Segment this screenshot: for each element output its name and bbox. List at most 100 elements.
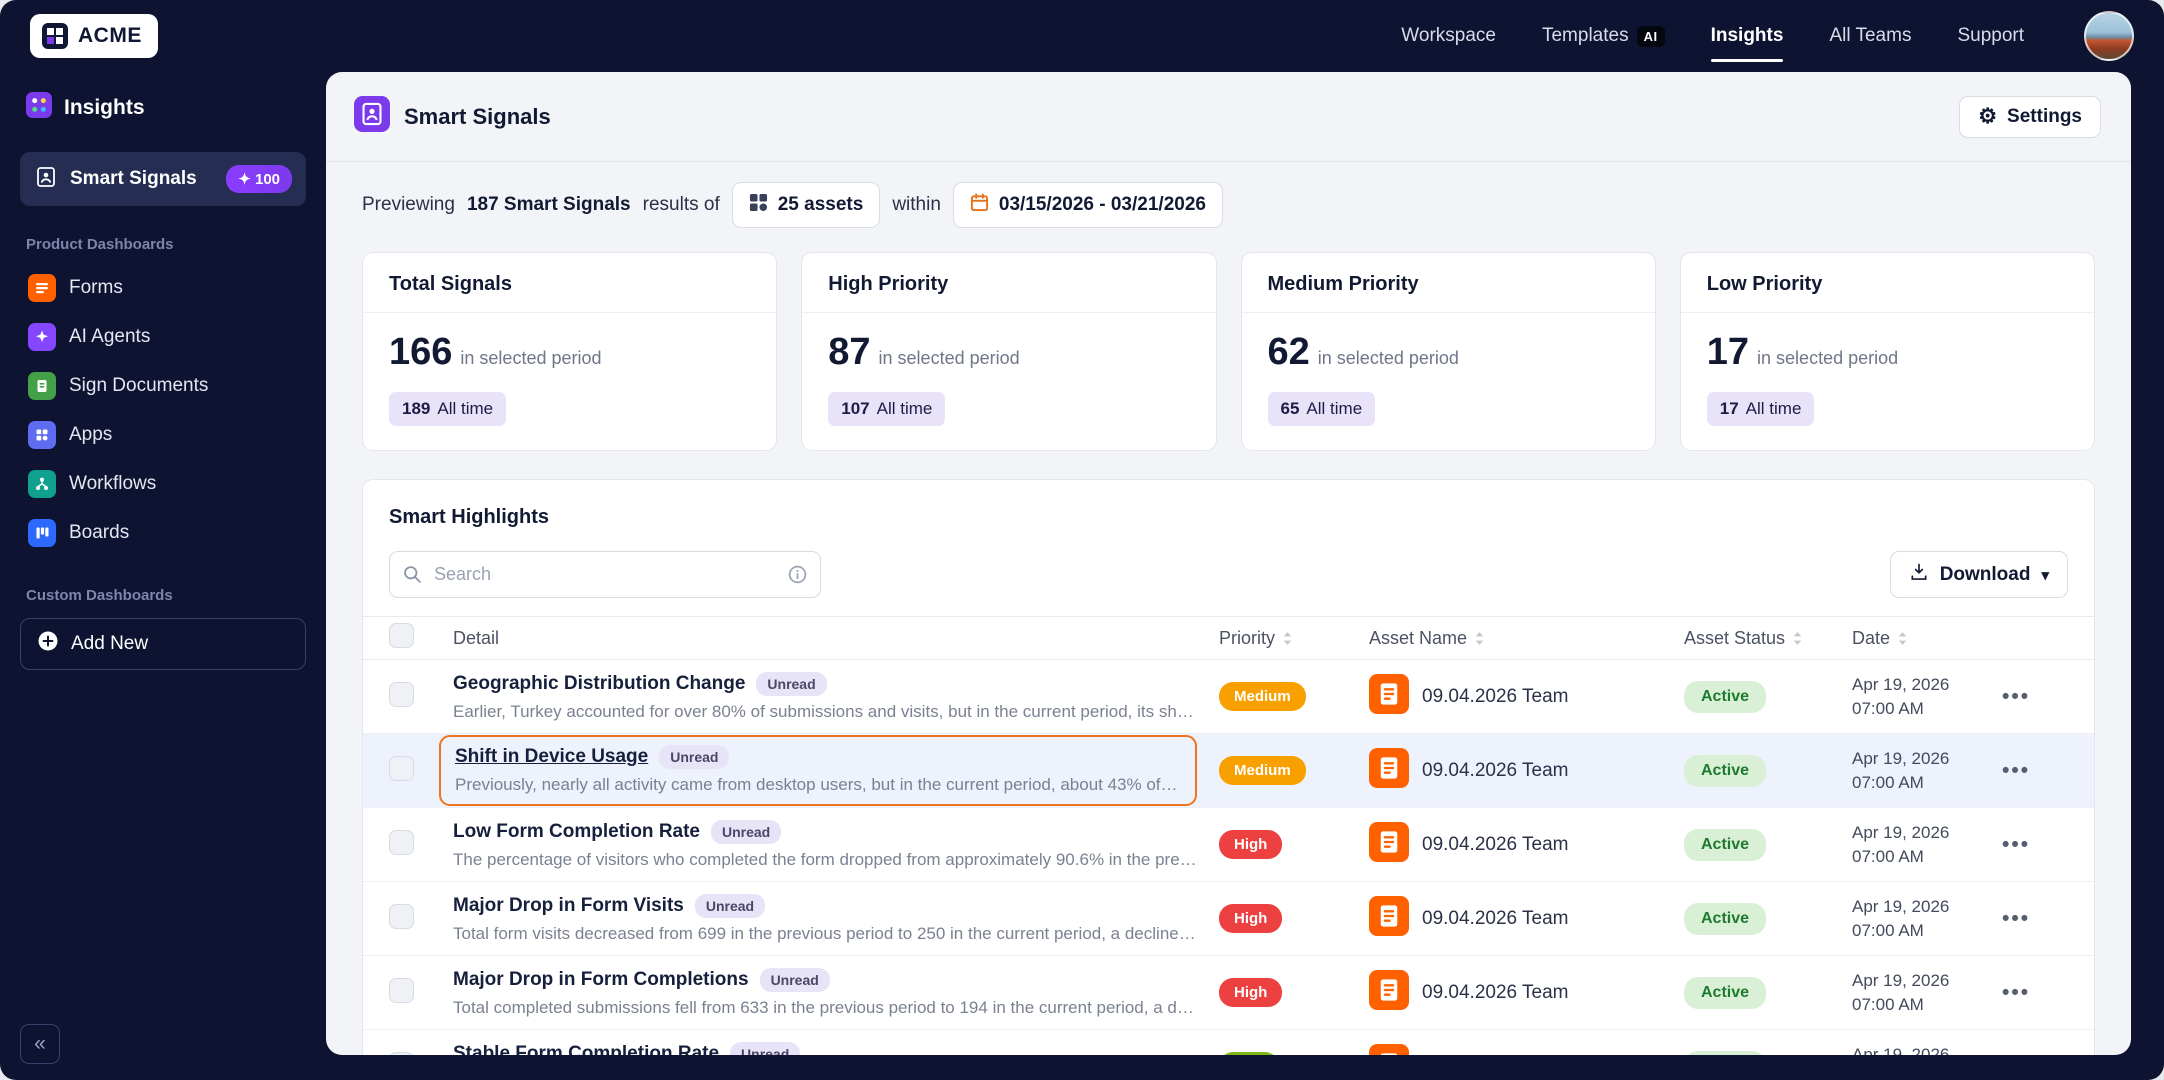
stat-cards-row: Total Signals 166 in selected period 189 A… xyxy=(326,252,2131,451)
column-date[interactable]: Date xyxy=(1852,628,2002,649)
alltime-badge: 189 All time xyxy=(389,392,507,426)
custom-dashboards-label: Custom Dashboards xyxy=(26,587,173,604)
forms-icon xyxy=(28,273,56,302)
app-window: ACME Workspace Templates AI Insights All … xyxy=(0,0,2164,1080)
table-row[interactable]: Geographic Distribution Change Unread Ear… xyxy=(363,660,2094,734)
row-actions-button[interactable]: ••• xyxy=(2002,833,2030,856)
sidebar-item-apps[interactable]: Apps xyxy=(20,410,306,459)
table-row[interactable]: Low Form Completion Rate Unread The perce… xyxy=(363,808,2094,882)
column-asset-status[interactable]: Asset Status xyxy=(1684,628,1852,649)
signal-title[interactable]: Stable Form Completion Rate xyxy=(453,1043,719,1056)
form-asset-icon xyxy=(1369,895,1409,942)
sidebar-item-workflows[interactable]: Workflows xyxy=(20,459,306,508)
row-checkbox[interactable] xyxy=(389,1051,414,1055)
nav-all-teams[interactable]: All Teams xyxy=(1829,0,1911,72)
info-icon[interactable] xyxy=(787,564,808,590)
signal-title[interactable]: Low Form Completion Rate xyxy=(453,821,700,843)
asset-name: 09.04.2026 Team xyxy=(1422,833,1569,855)
acme-logo-text: ACME xyxy=(78,24,142,47)
signal-date: Apr 19, 202607:00 AM xyxy=(1852,896,1950,940)
table-row[interactable]: Major Drop in Form Visits Unread Total fo… xyxy=(363,882,2094,956)
workflows-icon xyxy=(28,469,56,498)
acme-logo[interactable]: ACME xyxy=(30,14,158,58)
signal-title[interactable]: Geographic Distribution Change xyxy=(453,673,745,695)
sidebar-item-smart-signals[interactable]: Smart Signals ✦ 100 xyxy=(20,152,306,206)
gear-icon: ⚙ xyxy=(1978,105,1998,128)
settings-button[interactable]: ⚙ Settings xyxy=(1959,95,2101,138)
nav-insights[interactable]: Insights xyxy=(1710,0,1783,72)
insights-icon xyxy=(26,92,52,124)
table-row-selected[interactable]: Shift in Device Usage Unread Previously, … xyxy=(363,734,2094,808)
table-header: Detail Priority Asset Name Asset Status … xyxy=(363,616,2094,660)
row-checkbox[interactable] xyxy=(389,829,414,855)
apps-icon xyxy=(28,420,56,449)
alltime-badge: 17 All time xyxy=(1706,392,1815,426)
column-asset-name[interactable]: Asset Name xyxy=(1369,628,1684,649)
row-actions-button[interactable]: ••• xyxy=(2002,907,2030,930)
table-row[interactable]: Major Drop in Form Completions Unread Tot… xyxy=(363,956,2094,1030)
row-actions-button[interactable]: ••• xyxy=(2002,981,2030,1004)
signal-title[interactable]: Major Drop in Form Visits xyxy=(453,895,684,917)
row-actions-button[interactable]: ••• xyxy=(2002,1055,2030,1056)
table-row[interactable]: Stable Form Completion RateUnread The pe… xyxy=(363,1030,2094,1055)
stat-value: 62 xyxy=(1267,331,1310,373)
row-actions-button[interactable]: ••• xyxy=(2002,685,2030,708)
row-actions-button[interactable]: ••• xyxy=(2002,759,2030,782)
boards-icon xyxy=(28,518,56,547)
form-asset-icon xyxy=(1369,821,1409,868)
sort-icon xyxy=(1898,631,1907,645)
select-all-checkbox[interactable] xyxy=(389,623,414,648)
stat-card-medium-priority: Medium Priority 62 in selected period 65 A… xyxy=(1240,252,1656,451)
smart-highlights-panel: Smart Highlights Download ▾ xyxy=(362,479,2095,1055)
stat-card-high-priority: High Priority 87 in selected period 107 Al… xyxy=(801,252,1217,451)
sidebar-item-forms[interactable]: Forms xyxy=(20,263,306,312)
sidebar-item-boards[interactable]: Boards xyxy=(20,508,306,557)
row-checkbox[interactable] xyxy=(389,755,414,781)
sort-icon xyxy=(1793,631,1802,645)
add-new-button[interactable]: Add New xyxy=(20,618,306,670)
search-icon xyxy=(402,564,423,590)
signal-title[interactable]: Major Drop in Form Completions xyxy=(453,969,749,991)
search-input[interactable] xyxy=(389,551,821,598)
form-asset-icon xyxy=(1369,747,1409,794)
stat-value: 17 xyxy=(1706,331,1750,373)
nav-templates[interactable]: Templates AI xyxy=(1542,0,1665,72)
asset-name: 09.04.2026 Team xyxy=(1422,685,1569,707)
signal-subtitle: Total form visits decreased from 699 in … xyxy=(453,923,1199,943)
nav-workspace[interactable]: Workspace xyxy=(1401,0,1496,72)
signal-title-link[interactable]: Shift in Device Usage xyxy=(455,746,648,768)
column-detail: Detail xyxy=(453,627,500,648)
preview-count: 187 Smart Signals xyxy=(466,194,631,215)
download-icon xyxy=(1909,562,1929,588)
unread-badge: Unread xyxy=(730,1041,801,1055)
sort-icon xyxy=(1475,631,1484,645)
user-avatar[interactable] xyxy=(2084,11,2134,61)
nav-support[interactable]: Support xyxy=(1957,0,2024,72)
form-asset-icon xyxy=(1369,969,1409,1016)
calendar-icon xyxy=(970,192,989,218)
asset-name: 09.04.2026 Team xyxy=(1422,907,1569,929)
row-checkbox[interactable] xyxy=(389,681,414,707)
row-checkbox[interactable] xyxy=(389,903,414,929)
preview-within: within xyxy=(892,194,941,215)
preview-prefix: Previewing xyxy=(362,194,455,215)
sidebar-collapse-button[interactable]: « xyxy=(20,1024,60,1064)
row-checkbox[interactable] xyxy=(389,977,414,1003)
signal-date: Apr 19, 202607:00 AM xyxy=(1852,748,1950,792)
asset-name: 09.04.2026 Team xyxy=(1422,759,1569,781)
ai-badge: AI xyxy=(1636,25,1665,47)
status-badge: Active xyxy=(1684,680,1767,713)
download-button[interactable]: Download ▾ xyxy=(1889,551,2068,598)
date-range-button[interactable]: 03/15/2026 - 03/21/2026 xyxy=(952,182,1223,228)
signal-date: Apr 19, 202607:00 AM xyxy=(1852,970,1950,1014)
stat-value: 166 xyxy=(389,331,453,373)
column-priority[interactable]: Priority xyxy=(1219,628,1369,649)
assets-filter-button[interactable]: 25 assets xyxy=(731,182,881,228)
page-title: Smart Signals xyxy=(404,103,551,129)
priority-badge: Low xyxy=(1219,1052,1279,1055)
sidebar-item-sign-documents[interactable]: Sign Documents xyxy=(20,361,306,410)
unread-badge: Unread xyxy=(694,893,766,918)
preview-bar: Previewing 187 Smart Signals results of … xyxy=(326,182,2131,228)
sidebar-item-ai-agents[interactable]: AI Agents xyxy=(20,312,306,361)
signal-subtitle: Previously, nearly all activity came fro… xyxy=(455,775,1179,794)
